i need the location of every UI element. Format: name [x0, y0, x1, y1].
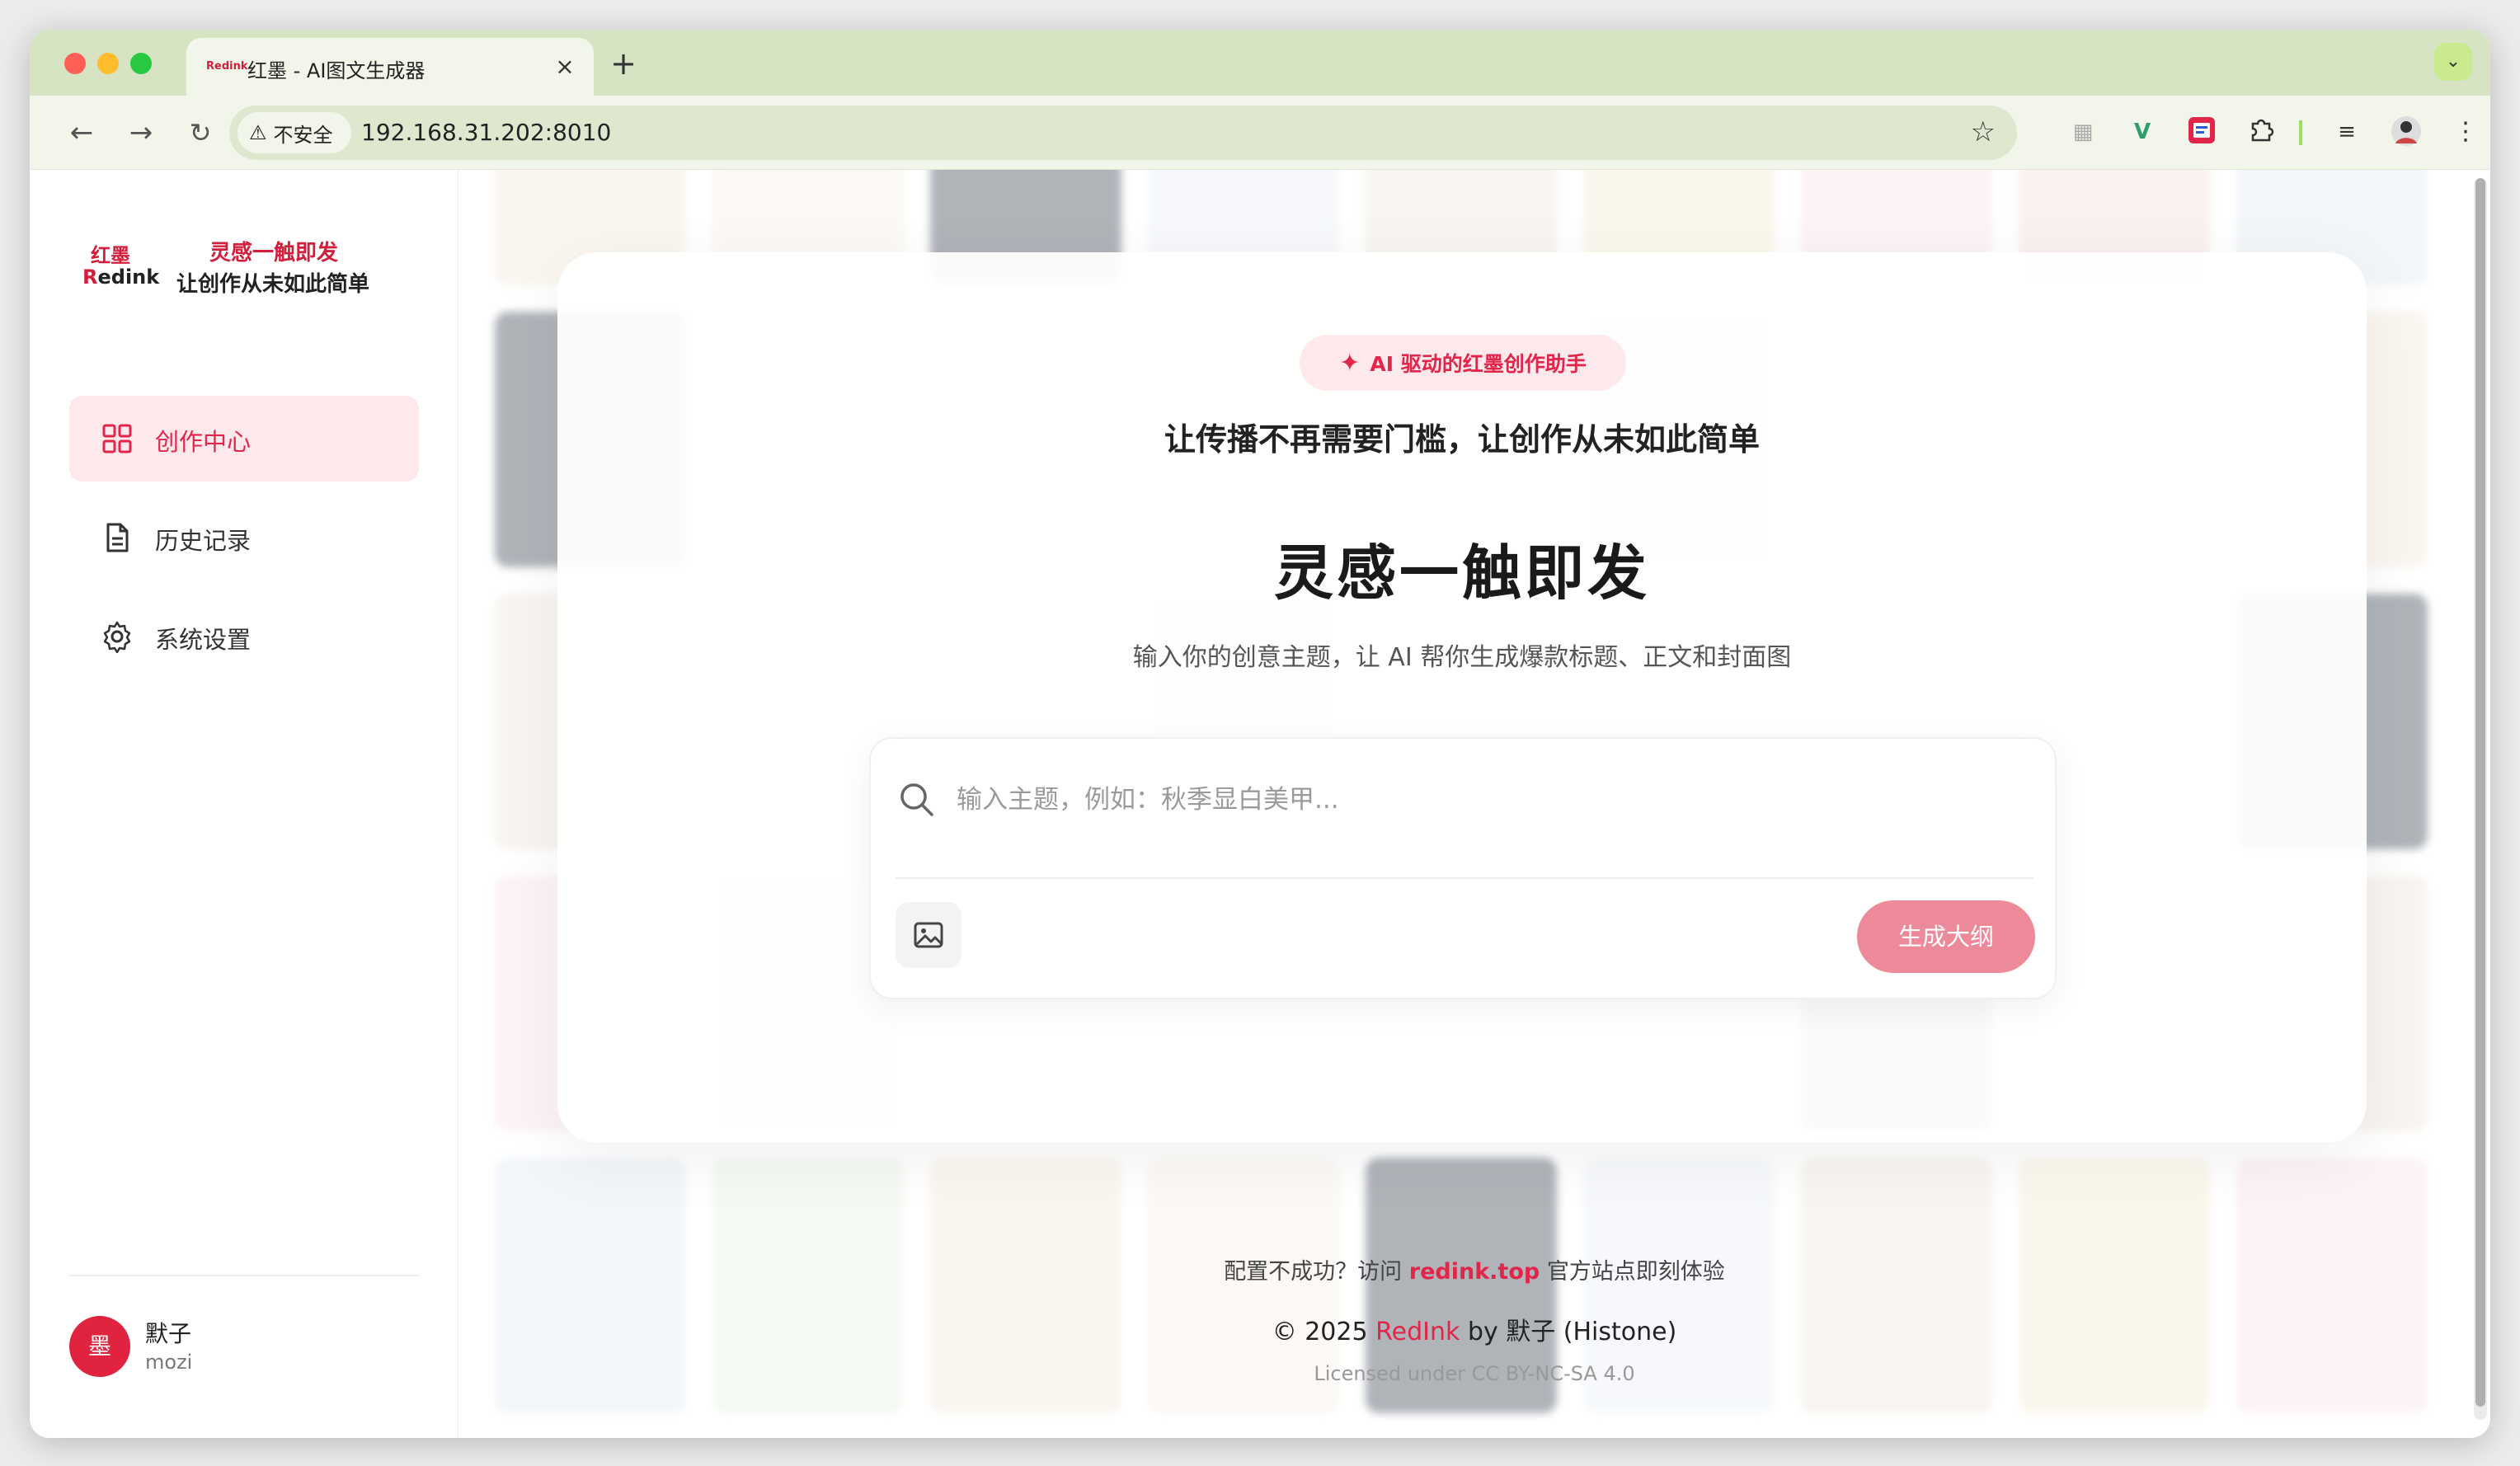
close-window-button[interactable] — [64, 53, 86, 74]
copyright-author: by 默子 (Histone) — [1467, 1318, 1677, 1346]
minimize-window-button[interactable] — [97, 53, 119, 74]
document-icon — [106, 523, 129, 552]
hero-description: 输入你的创意主题，让 AI 帮你生成爆款标题、正文和封面图 — [1132, 643, 1792, 672]
main-content: ✦ AI 驱动的红墨创作助手 让传播不再需要门槛，让创作从未如此简单 灵感一触即… — [458, 170, 2490, 1438]
sidebar-item-label: 创作中心 — [155, 428, 252, 456]
avatar[interactable]: 墨 — [69, 1316, 130, 1377]
composer-divider — [896, 877, 2033, 879]
footer-hint-suffix: 官方站点即刻体验 — [1546, 1259, 1725, 1285]
browser-tab[interactable]: Redink 红墨 - AI图文生成器 × — [186, 38, 594, 96]
bookmark-star-icon[interactable]: ☆ — [1971, 115, 1996, 148]
back-arrow-icon[interactable]: ← — [63, 114, 101, 152]
media-queue-icon[interactable]: ≡ — [2330, 115, 2363, 148]
sidebar-item-label: 历史记录 — [155, 527, 252, 555]
tab-strip: Redink 红墨 - AI图文生成器 × + ⌄ — [30, 30, 2490, 96]
brand-logo[interactable]: 红墨 Redink — [82, 239, 159, 295]
extension-puzzle-icon-1[interactable]: ▦ — [2066, 115, 2099, 148]
close-tab-icon[interactable]: × — [551, 53, 579, 81]
forward-arrow-icon[interactable]: → — [122, 114, 160, 152]
fe-helper-icon[interactable] — [2185, 115, 2218, 148]
upload-image-button[interactable] — [896, 902, 961, 968]
logo-top-text: 红墨 — [91, 244, 130, 267]
security-chip[interactable]: ⚠ 不安全 — [237, 112, 351, 153]
security-label: 不安全 — [273, 123, 333, 147]
sidebar-item-settings[interactable]: 系统设置 — [69, 594, 419, 679]
reload-icon[interactable]: ↻ — [181, 114, 219, 152]
footer-hint-prefix: 配置不成功？访问 — [1224, 1259, 1403, 1285]
page: 红墨 Redink 灵感一触即发 让创作从未如此简单 创作中心 历史记录 系统设… — [30, 170, 2490, 1438]
more-menu-icon[interactable]: ⋮ — [2449, 115, 2482, 148]
footer-license[interactable]: Licensed under CC BY-NC-SA 4.0 — [458, 1362, 2490, 1385]
image-icon — [914, 922, 943, 948]
sparkle-icon: ✦ — [1339, 348, 1361, 378]
hero-card: ✦ AI 驱动的红墨创作助手 让传播不再需要门槛，让创作从未如此简单 灵感一触即… — [557, 252, 2367, 1143]
sidebar-item-create-center[interactable]: 创作中心 — [69, 396, 419, 482]
generate-outline-button[interactable]: 生成大纲 — [1857, 900, 2035, 973]
ai-badge: ✦ AI 驱动的红墨创作助手 — [1300, 335, 1626, 391]
copyright-brand-link[interactable]: RedInk — [1375, 1318, 1460, 1346]
footer-config-hint: 配置不成功？访问 redink.top 官方站点即刻体验 — [458, 1253, 2490, 1285]
new-tab-button[interactable]: + — [607, 48, 640, 81]
brand-tagline-secondary: 让创作从未如此简单 — [176, 272, 370, 297]
sidebar-divider — [69, 1275, 419, 1276]
user-name: 默子 — [145, 1320, 192, 1347]
logo-rest: edink — [97, 265, 160, 289]
browser-window: Redink 红墨 - AI图文生成器 × + ⌄ ← → ↻ ⚠ 不安全 19… — [30, 30, 2490, 1438]
sidebar: 红墨 Redink 灵感一触即发 让创作从未如此简单 创作中心 历史记录 系统设… — [30, 170, 458, 1438]
official-site-link[interactable]: redink.top — [1409, 1259, 1540, 1285]
topic-composer: 生成大纲 — [869, 737, 2057, 999]
logo-bottom-text: Redink — [82, 265, 159, 289]
vue-devtools-icon[interactable]: V — [2126, 115, 2159, 148]
topic-input[interactable] — [957, 775, 2020, 825]
warning-icon: ⚠ — [249, 121, 267, 144]
address-bar[interactable]: ⚠ 不安全 192.168.31.202:8010 ☆ — [229, 106, 2017, 160]
scrollbar-thumb[interactable] — [2475, 178, 2485, 1407]
sidebar-item-history[interactable]: 历史记录 — [69, 495, 419, 580]
toolbar-separator — [2299, 120, 2302, 145]
brand-tagline-primary: 灵感一触即发 — [209, 241, 339, 265]
user-handle: mozi — [145, 1351, 193, 1374]
page-scrollbar[interactable] — [2474, 178, 2487, 1420]
search-icon — [900, 783, 933, 816]
sidebar-item-label: 系统设置 — [155, 626, 252, 654]
badge-text: AI 驱动的红墨创作助手 — [1370, 352, 1587, 376]
logo-r: R — [82, 265, 98, 289]
tab-title: 红墨 - AI图文生成器 — [247, 59, 425, 82]
page-title: 灵感一触即发 — [1273, 538, 1650, 608]
browser-toolbar: ← → ↻ ⚠ 不安全 192.168.31.202:8010 ☆ ▦ V ≡ … — [30, 96, 2490, 170]
copyright-year: © 2025 — [1272, 1318, 1368, 1346]
grid-icon — [102, 424, 132, 453]
maximize-window-button[interactable] — [130, 53, 152, 74]
profile-avatar-icon[interactable] — [2390, 115, 2423, 148]
gear-icon — [103, 621, 131, 653]
tab-search-button[interactable]: ⌄ — [2434, 43, 2472, 81]
url-text[interactable]: 192.168.31.202:8010 — [361, 119, 611, 146]
hero-subtitle: 让传播不再需要门槛，让创作从未如此简单 — [1164, 421, 1760, 458]
footer-copyright: © 2025 RedInk by 默子 (Histone) — [458, 1311, 2490, 1347]
extensions-icon[interactable] — [2245, 115, 2278, 148]
favicon-icon: Redink — [206, 60, 248, 73]
